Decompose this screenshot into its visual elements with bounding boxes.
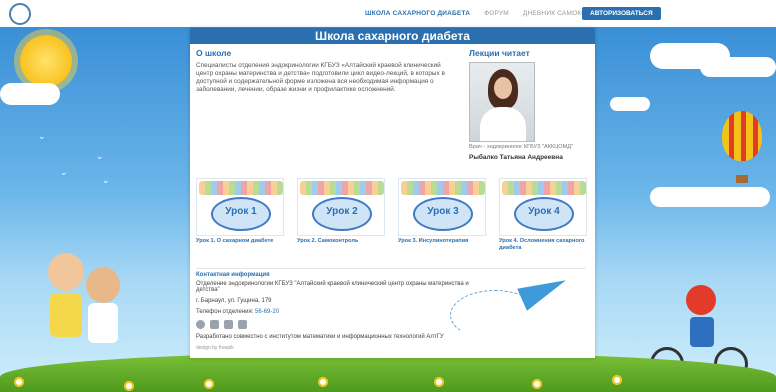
sun-icon [20, 35, 72, 87]
about-heading: О школе [196, 48, 232, 58]
contacts-org: Отделение эндокринологии КГБУЗ "Алтайски… [196, 281, 469, 293]
flower-icon [14, 377, 24, 387]
contacts-heading: Контактная информация [196, 272, 270, 278]
nav-item-forum[interactable]: ФОРУМ [484, 10, 509, 17]
phone-label: Телефон отделения: [196, 309, 254, 315]
lecturer-section: Лекции читает Врач - эндокринолог КГБУЗ … [469, 48, 593, 161]
helmet-icon [686, 285, 716, 315]
doc-icon[interactable] [238, 320, 247, 329]
phone-link[interactable]: 56-69-20 [255, 309, 279, 315]
login-button[interactable]: АВТОРИЗОВАТЬСЯ [582, 7, 661, 20]
globe-icon[interactable] [196, 320, 205, 329]
about-text: Специалисты отделения эндокринологии КГБ… [196, 62, 445, 93]
bird-icon: ⌄ [60, 167, 68, 177]
lecturer-heading: Лекции читает [469, 48, 530, 58]
developed-by: Разработано совместно с институтом матем… [196, 334, 444, 340]
cloud-icon [610, 97, 650, 111]
flower-icon [434, 377, 444, 387]
site-logo-icon[interactable] [9, 3, 31, 25]
top-navigation: ШКОЛА САХАРНОГО ДИАБЕТА ФОРУМ ДНЕВНИК СА… [0, 0, 776, 27]
lecturer-name: Рыбалко Татьяна Андреевна [469, 154, 563, 161]
boy-illustration [86, 267, 120, 303]
girl-dress [50, 293, 82, 337]
lecturer-photo [469, 62, 535, 142]
flower-icon [204, 379, 214, 389]
flower-icon [124, 381, 134, 391]
lesson-card[interactable]: Урок 1 Урок 1. О сахарном диабете [196, 178, 284, 252]
bird-icon: ⌄ [96, 151, 104, 161]
lesson-thumbnail[interactable]: Урок 3 [398, 178, 486, 236]
lesson-link[interactable]: Урок 3. Инсулинотерапия [398, 238, 486, 245]
bird-icon: ⌄ [102, 175, 110, 185]
flower-icon [532, 379, 542, 389]
cloud-icon [700, 57, 776, 77]
lecturer-role: Врач - эндокринолог КГБУЗ "АККЦОМД" [469, 144, 574, 150]
lesson-badge: Урок 2 [326, 206, 358, 217]
nav-item-diabetes-school[interactable]: ШКОЛА САХАРНОГО ДИАБЕТА [365, 10, 470, 17]
paper-plane-icon [517, 269, 571, 311]
photo-face [494, 77, 512, 99]
contacts-address: г. Барнаул, ул. Гущина, 179 [196, 298, 272, 304]
social-links [196, 320, 476, 329]
contacts-section: Контактная информация Отделение эндокрин… [196, 272, 476, 351]
cloud-icon [0, 83, 60, 105]
school-supplies-icon [401, 181, 485, 195]
cloud-icon [650, 187, 770, 207]
lesson-card[interactable]: Урок 2 Урок 2. Самоконтроль [297, 178, 385, 252]
lesson-thumbnail[interactable]: Урок 1 [196, 178, 284, 236]
lesson-link[interactable]: Урок 4. Осложнения сахарного диабета [499, 238, 587, 252]
lesson-thumbnail[interactable]: Урок 4 [499, 178, 587, 236]
design-credit[interactable]: design by freepik [196, 345, 476, 351]
school-supplies-icon [199, 181, 283, 195]
hot-air-balloon-icon [722, 111, 762, 161]
footer-divider [196, 268, 586, 269]
main-nav: ШКОЛА САХАРНОГО ДИАБЕТА ФОРУМ ДНЕВНИК СА… [365, 10, 615, 17]
lesson-badge: Урок 3 [427, 206, 459, 217]
page-title: Школа сахарного диабета [190, 28, 595, 44]
lesson-badge: Урок 4 [528, 206, 560, 217]
lesson-link[interactable]: Урок 1. О сахарном диабете [196, 238, 284, 245]
boy-shirt [88, 303, 118, 343]
lesson-badge: Урок 1 [225, 206, 257, 217]
balloon-basket-icon [736, 175, 748, 183]
lesson-link[interactable]: Урок 2. Самоконтроль [297, 238, 385, 245]
about-section: О школе Специалисты отделения эндокринол… [196, 48, 458, 94]
photo-coat [480, 107, 526, 141]
lesson-card[interactable]: Урок 3 Урок 3. Инсулинотерапия [398, 178, 486, 252]
school-supplies-icon [300, 181, 384, 195]
school-supplies-icon [502, 181, 586, 195]
lesson-thumbnail[interactable]: Урок 2 [297, 178, 385, 236]
content-panel: Школа сахарного диабета О школе Специали… [190, 28, 595, 358]
lesson-card[interactable]: Урок 4 Урок 4. Осложнения сахарного диаб… [499, 178, 587, 252]
vk-icon[interactable] [210, 320, 219, 329]
cyclist-body [690, 317, 714, 347]
bird-icon: ⌄ [38, 131, 46, 141]
flower-icon [318, 377, 328, 387]
contacts-phone-row: Телефон отделения: 56-69-20 [196, 309, 476, 315]
girl-illustration [48, 253, 84, 291]
login-wrapper: АВТОРИЗОВАТЬСЯ [582, 7, 661, 20]
mail-icon[interactable] [224, 320, 233, 329]
flower-icon [612, 375, 622, 385]
lessons-list: Урок 1 Урок 1. О сахарном диабете Урок 2… [196, 178, 596, 252]
